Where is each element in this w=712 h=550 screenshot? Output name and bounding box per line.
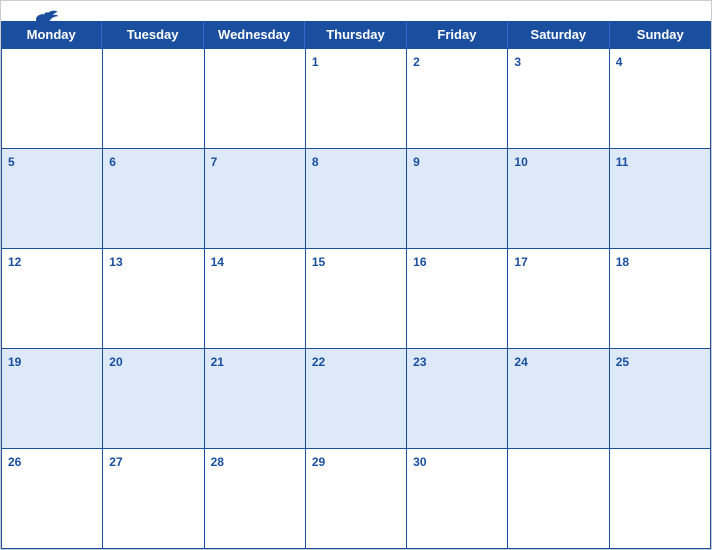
day-saturday: Saturday [508, 21, 609, 48]
calendar-cell: 28 [205, 449, 306, 549]
calendar-cell: 17 [508, 249, 609, 349]
calendar: Monday Tuesday Wednesday Thursday Friday… [0, 0, 712, 550]
calendar-cell: 11 [610, 149, 711, 249]
date-number: 23 [413, 355, 426, 369]
calendar-cell: 20 [103, 349, 204, 449]
date-number: 27 [109, 455, 122, 469]
calendar-cell: 8 [306, 149, 407, 249]
date-number: 19 [8, 355, 21, 369]
calendar-cell: 25 [610, 349, 711, 449]
day-tuesday: Tuesday [102, 21, 203, 48]
calendar-cell: 2 [407, 49, 508, 149]
calendar-cell: 21 [205, 349, 306, 449]
calendar-cell: 18 [610, 249, 711, 349]
day-wednesday: Wednesday [204, 21, 305, 48]
date-number: 21 [211, 355, 224, 369]
date-number: 25 [616, 355, 629, 369]
date-number: 2 [413, 55, 420, 69]
calendar-cell: 3 [508, 49, 609, 149]
calendar-cell: 13 [103, 249, 204, 349]
date-number: 29 [312, 455, 325, 469]
days-header: Monday Tuesday Wednesday Thursday Friday… [1, 21, 711, 48]
calendar-cell [103, 49, 204, 149]
date-number: 7 [211, 155, 218, 169]
calendar-cell: 1 [306, 49, 407, 149]
date-number: 6 [109, 155, 116, 169]
date-number: 12 [8, 255, 21, 269]
date-number: 24 [514, 355, 527, 369]
date-number: 11 [616, 155, 629, 169]
date-number: 15 [312, 255, 325, 269]
calendar-cell: 19 [2, 349, 103, 449]
calendar-cell: 12 [2, 249, 103, 349]
date-number: 18 [616, 255, 629, 269]
calendar-cell: 29 [306, 449, 407, 549]
calendar-grid: 1234567891011121314151617181920212223242… [1, 48, 711, 549]
calendar-header [1, 1, 711, 21]
date-number: 4 [616, 55, 623, 69]
calendar-cell: 27 [103, 449, 204, 549]
calendar-cell: 22 [306, 349, 407, 449]
calendar-cell [205, 49, 306, 149]
calendar-cell: 26 [2, 449, 103, 549]
calendar-cell [2, 49, 103, 149]
date-number: 1 [312, 55, 319, 69]
logo [21, 9, 61, 29]
date-number: 14 [211, 255, 224, 269]
calendar-cell: 15 [306, 249, 407, 349]
date-number: 30 [413, 455, 426, 469]
calendar-cell: 24 [508, 349, 609, 449]
calendar-cell [610, 449, 711, 549]
date-number: 8 [312, 155, 319, 169]
logo-icon [21, 9, 61, 29]
date-number: 28 [211, 455, 224, 469]
calendar-cell: 10 [508, 149, 609, 249]
calendar-cell: 30 [407, 449, 508, 549]
date-number: 13 [109, 255, 122, 269]
date-number: 10 [514, 155, 527, 169]
calendar-cell: 23 [407, 349, 508, 449]
calendar-cell: 4 [610, 49, 711, 149]
calendar-cell: 6 [103, 149, 204, 249]
calendar-cell: 9 [407, 149, 508, 249]
date-number: 26 [8, 455, 21, 469]
day-friday: Friday [407, 21, 508, 48]
calendar-cell: 16 [407, 249, 508, 349]
date-number: 9 [413, 155, 420, 169]
calendar-cell [508, 449, 609, 549]
calendar-cell: 5 [2, 149, 103, 249]
calendar-cell: 14 [205, 249, 306, 349]
date-number: 17 [514, 255, 527, 269]
date-number: 22 [312, 355, 325, 369]
date-number: 20 [109, 355, 122, 369]
calendar-cell: 7 [205, 149, 306, 249]
date-number: 3 [514, 55, 521, 69]
day-thursday: Thursday [305, 21, 406, 48]
date-number: 16 [413, 255, 426, 269]
date-number: 5 [8, 155, 15, 169]
day-sunday: Sunday [610, 21, 711, 48]
